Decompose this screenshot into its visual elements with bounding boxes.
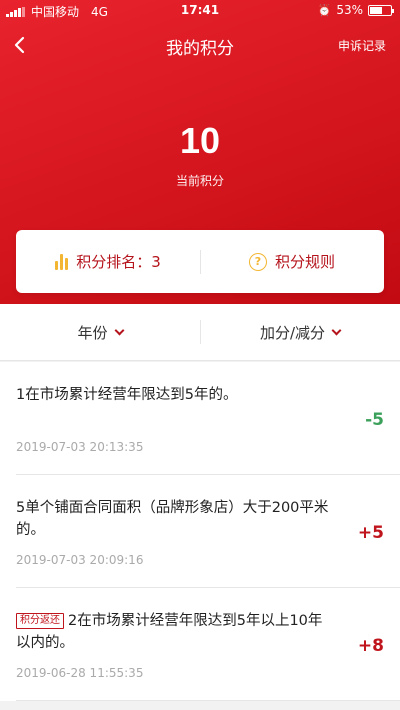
record-points: +8 [357,636,384,656]
score-summary-card: 积分排名：3 ? 积分规则 [16,230,384,293]
points-record-list: 1在市场累计经营年限达到5年的。 -5 2019-07-03 20:13:35 … [0,362,400,701]
list-item[interactable]: 5单个铺面合同面积（品牌形象店）大于200平米的。 +5 2019-07-03 … [16,475,400,588]
rules-label: 积分规则 [274,253,335,271]
chevron-down-icon [114,325,124,336]
record-text: 1在市场累计经营年限达到5年的。 [16,387,238,403]
question-circle-icon: ? [248,252,267,271]
record-time: 2019-06-28 11:55:35 [16,666,144,680]
filter-bar: 年份 加分/减分 [0,304,400,361]
current-score-label: 当前积分 [175,174,224,188]
chevron-down-icon [331,325,342,336]
rank-label: 积分排名：3 [76,253,161,271]
year-filter-label: 年份 [77,324,108,342]
rules-button[interactable]: ? 积分规则 [200,230,384,293]
record-time: 2019-07-03 20:13:35 [16,440,144,454]
record-description: 1在市场累计经营年限达到5年的。 [16,384,336,406]
year-filter-dropdown[interactable]: 年份 [0,304,200,361]
type-filter-label: 加分/减分 [259,324,326,342]
record-description: 5单个铺面合同面积（品牌形象店）大于200平米的。 [16,497,336,541]
appeal-records-link[interactable]: 申诉记录 [338,37,386,54]
record-description: 积分返还 2在市场累计经营年限达到5年以上10年以内的。 [16,610,336,654]
record-points: -5 [365,410,384,430]
list-item[interactable]: 积分返还 2在市场累计经营年限达到5年以上10年以内的。 +8 2019-06-2… [16,588,400,701]
alarm-icon: ⏰ [317,3,332,17]
nav-bar: 我的积分 申诉记录 [0,22,400,68]
bar-chart-icon [55,253,69,270]
current-score-value: 10 [179,120,221,161]
record-points: +5 [357,523,384,543]
refund-tag: 积分返还 [16,613,64,629]
rank-button[interactable]: 积分排名：3 [16,230,200,293]
list-item[interactable]: 1在市场累计经营年限达到5年的。 -5 2019-07-03 20:13:35 [16,362,400,475]
status-bar: 中国移动 4G 17:41 ⏰ 53% [0,0,400,22]
type-filter-dropdown[interactable]: 加分/减分 [200,304,400,361]
record-time: 2019-07-03 20:09:16 [16,553,144,567]
battery-percent: 53% [336,3,363,17]
record-text: 5单个铺面合同面积（品牌形象店）大于200平米的。 [16,500,329,538]
battery-icon [368,4,394,16]
